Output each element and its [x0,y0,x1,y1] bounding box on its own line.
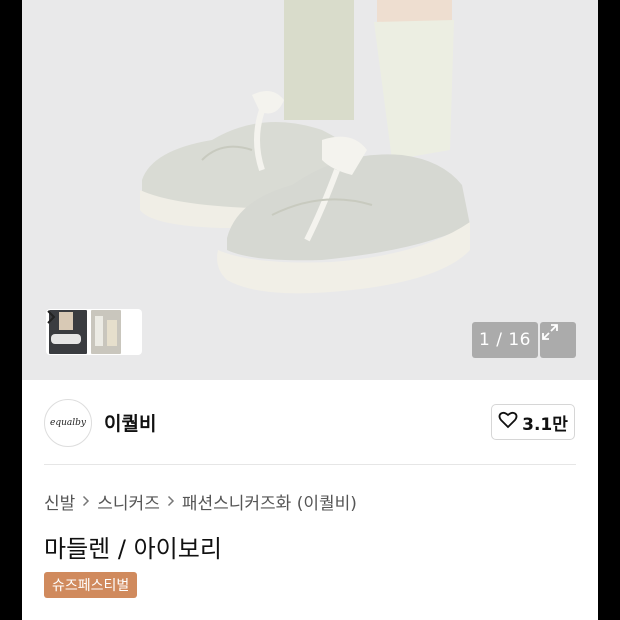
product-page: 1 / 16 equalby 이퀄비 3.1만 신발 스니커즈 패션스니커즈화 … [22,0,598,620]
thumbnail-2[interactable] [90,309,122,355]
event-tag[interactable]: 슈즈페스티벌 [44,572,138,598]
image-counter: 1 / 16 [472,322,538,358]
brand-logo[interactable]: equalby [44,399,92,447]
breadcrumb-item[interactable]: 신발 [44,489,75,514]
chevron-right-icon [82,493,90,511]
like-button[interactable]: 3.1만 [491,404,575,440]
left-sock [284,0,354,120]
breadcrumb-item[interactable]: 패션스니커즈화 (이퀄비) [182,489,357,514]
breadcrumb: 신발 스니커즈 패션스니커즈화 (이퀄비) [44,489,357,514]
product-title: 마들렌 / 아이보리 [44,535,222,563]
brand-name[interactable]: 이퀄비 [104,409,156,436]
like-count: 3.1만 [522,414,568,435]
right-sock [374,20,454,160]
brand-row: equalby 이퀄비 3.1만 [22,380,598,464]
heart-icon [498,411,518,434]
thumbnail-strip[interactable] [46,309,142,355]
expand-button[interactable] [540,322,576,358]
back-shoe-lace [252,91,284,114]
breadcrumb-item[interactable]: 스니커즈 [97,489,160,514]
chevron-right-icon [167,493,175,511]
divider [44,464,576,465]
product-image-gallery[interactable]: 1 / 16 [22,0,598,380]
